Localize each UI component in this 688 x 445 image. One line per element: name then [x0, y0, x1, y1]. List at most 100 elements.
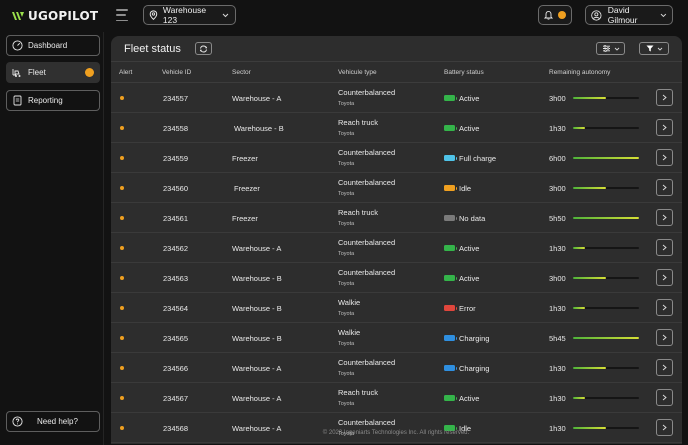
- battery-icon: [444, 185, 457, 191]
- vehicle-id: 234563: [163, 274, 189, 283]
- open-vehicle-button[interactable]: [656, 359, 673, 376]
- sector: Warehouse - A: [232, 244, 282, 253]
- user-menu[interactable]: David Gilmour: [585, 5, 673, 25]
- vehicle-make: Toyota: [338, 161, 355, 167]
- logo[interactable]: UGOPILOT: [12, 9, 98, 23]
- table-row[interactable]: 234560 Freezer Counterbalanced Toyota Idle 3h…: [111, 173, 682, 203]
- chevron-right-icon: [662, 184, 667, 191]
- vehicle-type: Counterbalanced: [338, 238, 396, 247]
- autonomy-bar: [573, 277, 639, 279]
- battery-status: Charging: [459, 364, 490, 373]
- chevron-right-icon: [662, 154, 667, 161]
- table-row[interactable]: 234563 Warehouse - B Counterbalanced Toyota…: [111, 263, 682, 293]
- list-settings-icon: [602, 45, 610, 52]
- battery-status: Charging: [459, 334, 490, 343]
- sidebar-item-reporting[interactable]: Reporting: [6, 90, 100, 111]
- notification-alert-dot: [558, 11, 566, 19]
- table-row[interactable]: 234559 Freezer Counterbalanced Toyota Full c…: [111, 143, 682, 173]
- battery-icon: [444, 215, 457, 221]
- autonomy-bar-fill: [573, 157, 639, 159]
- vehicle-make: Toyota: [338, 131, 355, 137]
- open-vehicle-button[interactable]: [656, 269, 673, 286]
- open-vehicle-button[interactable]: [656, 299, 673, 316]
- autonomy-bar-fill: [573, 397, 585, 399]
- autonomy-bar-fill: [573, 337, 639, 339]
- filter-button[interactable]: [639, 42, 669, 55]
- table-row[interactable]: 234557 Warehouse - A Counterbalanced Toyota…: [111, 83, 682, 113]
- table-row[interactable]: 234567 Warehouse - A Reach truck Toyota Acti…: [111, 383, 682, 413]
- fleet-alert-dot: [85, 68, 94, 77]
- vehicle-type: Counterbalanced: [338, 148, 396, 157]
- alert-indicator-dot: [120, 336, 124, 340]
- open-vehicle-button[interactable]: [656, 179, 673, 196]
- vehicle-id: 234560: [163, 184, 189, 193]
- user-avatar-icon: [591, 9, 602, 21]
- page-title: Fleet status: [124, 43, 181, 55]
- table-row[interactable]: 234562 Warehouse - A Counterbalanced Toyota…: [111, 233, 682, 263]
- remaining-autonomy: 5h50: [549, 214, 566, 223]
- bell-icon: [544, 10, 553, 20]
- chevron-right-icon: [662, 274, 667, 281]
- view-options-button[interactable]: [596, 42, 625, 55]
- table-row[interactable]: 234558 Warehouse - B Reach truck Toyota Acti…: [111, 113, 682, 143]
- autonomy-bar-fill: [573, 187, 606, 189]
- autonomy-bar: [573, 247, 639, 249]
- forklift-icon: [12, 67, 23, 78]
- chevron-down-icon: [614, 47, 619, 51]
- open-vehicle-button[interactable]: [656, 389, 673, 406]
- open-vehicle-button[interactable]: [656, 89, 673, 106]
- battery-status: No data: [459, 214, 486, 223]
- chevron-right-icon: [662, 334, 667, 341]
- vehicle-make: Toyota: [338, 341, 355, 347]
- table-row[interactable]: 234566 Warehouse - A Counterbalanced Toyota…: [111, 353, 682, 383]
- table-row[interactable]: 234564 Warehouse - B Walkie Toyota Error 1h30: [111, 293, 682, 323]
- column-header-battery-status: Battery status: [444, 69, 484, 76]
- warehouse-select[interactable]: Warehouse 123: [143, 5, 236, 25]
- autonomy-bar-fill: [573, 307, 585, 309]
- sector: Freezer: [232, 214, 258, 223]
- sidebar-item-fleet[interactable]: Fleet: [6, 62, 100, 83]
- chevron-down-icon: [657, 47, 662, 51]
- help-label: Need help?: [37, 417, 78, 426]
- table-row[interactable]: 234568 Warehouse - A Counterbalanced Toyota…: [111, 413, 682, 443]
- panel-header: Fleet status: [111, 36, 682, 61]
- open-vehicle-button[interactable]: [656, 209, 673, 226]
- app-root: UGOPILOT Warehouse 123 David Gilmour Das…: [0, 0, 688, 445]
- chevron-right-icon: [662, 94, 667, 101]
- table-row[interactable]: 234565 Warehouse - B Walkie Toyota Charging 5…: [111, 323, 682, 353]
- help-button[interactable]: Need help?: [6, 411, 100, 432]
- battery-icon: [444, 245, 457, 251]
- notifications-button[interactable]: [538, 5, 572, 25]
- refresh-button[interactable]: [195, 42, 212, 55]
- vehicle-type: Reach truck: [338, 118, 379, 127]
- open-vehicle-button[interactable]: [656, 119, 673, 136]
- sector: Freezer: [234, 184, 260, 193]
- sector: Warehouse - A: [232, 364, 282, 373]
- sector: Freezer: [232, 154, 258, 163]
- menu-toggle-icon[interactable]: [116, 9, 130, 21]
- open-vehicle-button[interactable]: [656, 149, 673, 166]
- sidebar-item-dashboard[interactable]: Dashboard: [6, 35, 100, 56]
- vehicle-type: Reach truck: [338, 208, 379, 217]
- vehicle-make: Toyota: [338, 371, 355, 377]
- autonomy-bar: [573, 307, 639, 309]
- autonomy-bar: [573, 427, 639, 429]
- vehicle-type: Counterbalanced: [338, 88, 396, 97]
- chevron-right-icon: [662, 304, 667, 311]
- vehicle-id: 234557: [163, 94, 189, 103]
- remaining-autonomy: 3h00: [549, 274, 566, 283]
- chevron-right-icon: [662, 124, 667, 131]
- location-pin-icon: [149, 10, 158, 20]
- footer-copyright: © 2023 Ingeniarts Technologies Inc. All …: [322, 430, 470, 436]
- open-vehicle-button[interactable]: [656, 239, 673, 256]
- logo-text: UGOPILOT: [28, 9, 99, 23]
- vehicle-id: 234566: [163, 364, 189, 373]
- open-vehicle-button[interactable]: [656, 329, 673, 346]
- alert-indicator-dot: [120, 366, 124, 370]
- autonomy-bar: [573, 337, 639, 339]
- autonomy-bar-fill: [573, 367, 606, 369]
- remaining-autonomy: 6h00: [549, 154, 566, 163]
- table-row[interactable]: 234561 Freezer Reach truck Toyota No data 5h5…: [111, 203, 682, 233]
- battery-status: Active: [459, 124, 480, 133]
- remaining-autonomy: 1h30: [549, 124, 566, 133]
